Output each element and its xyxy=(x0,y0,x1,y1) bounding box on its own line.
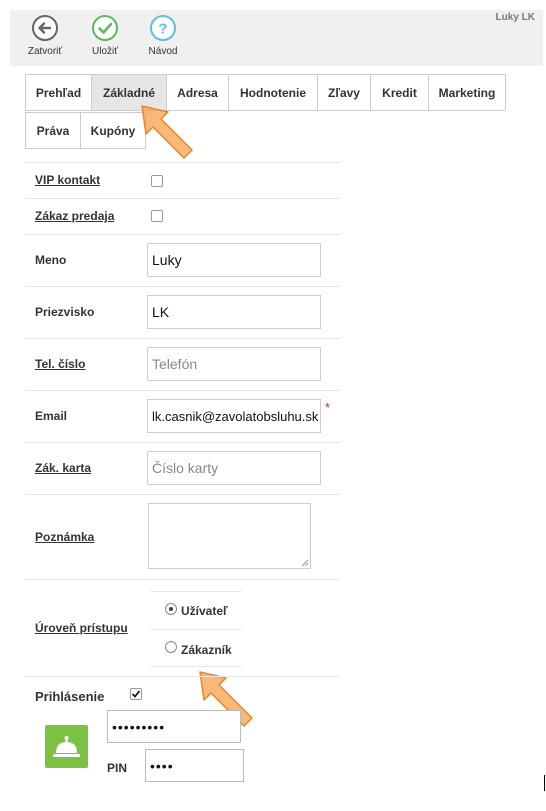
tab-label: Hodnotenie xyxy=(240,85,306,100)
pin-input[interactable]: •••• xyxy=(145,749,244,782)
tab-prava[interactable]: Práva xyxy=(25,112,81,149)
tab-label: Práva xyxy=(36,123,70,138)
resize-handle-icon[interactable] xyxy=(301,559,309,567)
first-name-label: Meno xyxy=(35,253,67,267)
card-input[interactable]: Číslo karty xyxy=(147,451,321,485)
last-name-input[interactable]: LK xyxy=(147,295,321,329)
close-button[interactable]: Zatvoriť xyxy=(20,14,70,57)
note-textarea[interactable] xyxy=(148,503,311,569)
tab-label: Marketing xyxy=(438,85,496,100)
tab-label: Zľavy xyxy=(328,85,360,100)
save-label: Uložiť xyxy=(92,46,118,57)
login-checkbox[interactable] xyxy=(130,688,142,700)
back-arrow-icon xyxy=(32,15,58,41)
tab-kupony[interactable]: Kupóny xyxy=(80,112,146,149)
row-divider xyxy=(25,390,340,391)
radio-divider xyxy=(150,666,242,667)
radio-user[interactable] xyxy=(165,603,177,615)
tab-zlavy[interactable]: Zľavy xyxy=(317,74,371,111)
email-input[interactable]: lk.casnik@zavolatobsluhu.sk xyxy=(147,399,321,433)
row-divider xyxy=(25,286,340,287)
radio-customer-label[interactable]: Zákazník xyxy=(181,643,232,657)
save-button[interactable]: Uložiť xyxy=(80,14,130,57)
question-icon: ? xyxy=(150,15,176,41)
sale-ban-label[interactable]: Zákaz predaja xyxy=(35,209,114,223)
tab-label: Základné xyxy=(102,85,156,100)
arrow-annotation-icon xyxy=(141,105,193,159)
close-label: Zatvoriť xyxy=(27,46,63,57)
tab-label: Kredit xyxy=(382,85,417,100)
checkmark-icon xyxy=(92,15,118,41)
bell-logo xyxy=(45,725,88,768)
vip-checkbox[interactable] xyxy=(151,175,163,187)
pin-label: PIN xyxy=(107,761,128,775)
sale-ban-checkbox[interactable] xyxy=(151,210,163,222)
login-label: Prihlásenie xyxy=(35,689,105,704)
row-divider xyxy=(25,198,340,199)
tab-label: Prehľad xyxy=(35,85,82,100)
toolbar: Zatvoriť Uložiť ? Návod Luky LK xyxy=(10,10,543,66)
row-divider xyxy=(25,579,340,580)
first-name-input[interactable]: Luky xyxy=(147,243,321,277)
service-bell-icon xyxy=(53,736,80,757)
email-label: Email xyxy=(35,409,68,423)
svg-text:?: ? xyxy=(158,21,167,38)
tab-kredit[interactable]: Kredit xyxy=(370,74,429,111)
tab-label: Kupóny xyxy=(90,123,136,138)
phone-label[interactable]: Tel. číslo xyxy=(35,357,85,371)
tab-marketing[interactable]: Marketing xyxy=(428,74,506,111)
note-label[interactable]: Poznámka xyxy=(35,530,94,544)
phone-input[interactable]: Telefón xyxy=(147,347,321,381)
tab-hodnotenie[interactable]: Hodnotenie xyxy=(228,74,318,111)
password-input[interactable]: ••••••••• xyxy=(107,710,241,743)
radio-divider xyxy=(150,591,242,592)
row-divider xyxy=(25,234,340,235)
row-divider xyxy=(25,494,340,495)
text-cursor xyxy=(544,775,545,791)
checkmark-icon xyxy=(131,690,141,698)
radio-user-label[interactable]: Užívateľ xyxy=(181,604,228,618)
row-divider xyxy=(25,676,340,677)
tab-prehlad[interactable]: Prehľad xyxy=(25,74,92,111)
row-divider xyxy=(25,338,340,339)
last-name-label: Priezvisko xyxy=(35,305,95,319)
row-divider xyxy=(25,162,340,163)
help-button[interactable]: ? Návod xyxy=(138,14,188,57)
tab-label: Adresa xyxy=(177,85,218,100)
card-label[interactable]: Zák. karta xyxy=(35,461,91,475)
radio-customer[interactable] xyxy=(165,641,177,653)
vip-label[interactable]: VIP kontakt xyxy=(35,173,100,187)
user-name: Luky LK xyxy=(495,12,535,23)
row-divider xyxy=(25,442,340,443)
required-mark: * xyxy=(325,400,331,415)
access-level-label[interactable]: Úroveň prístupu xyxy=(35,621,128,635)
radio-divider xyxy=(150,629,242,630)
help-label: Návod xyxy=(148,46,178,57)
